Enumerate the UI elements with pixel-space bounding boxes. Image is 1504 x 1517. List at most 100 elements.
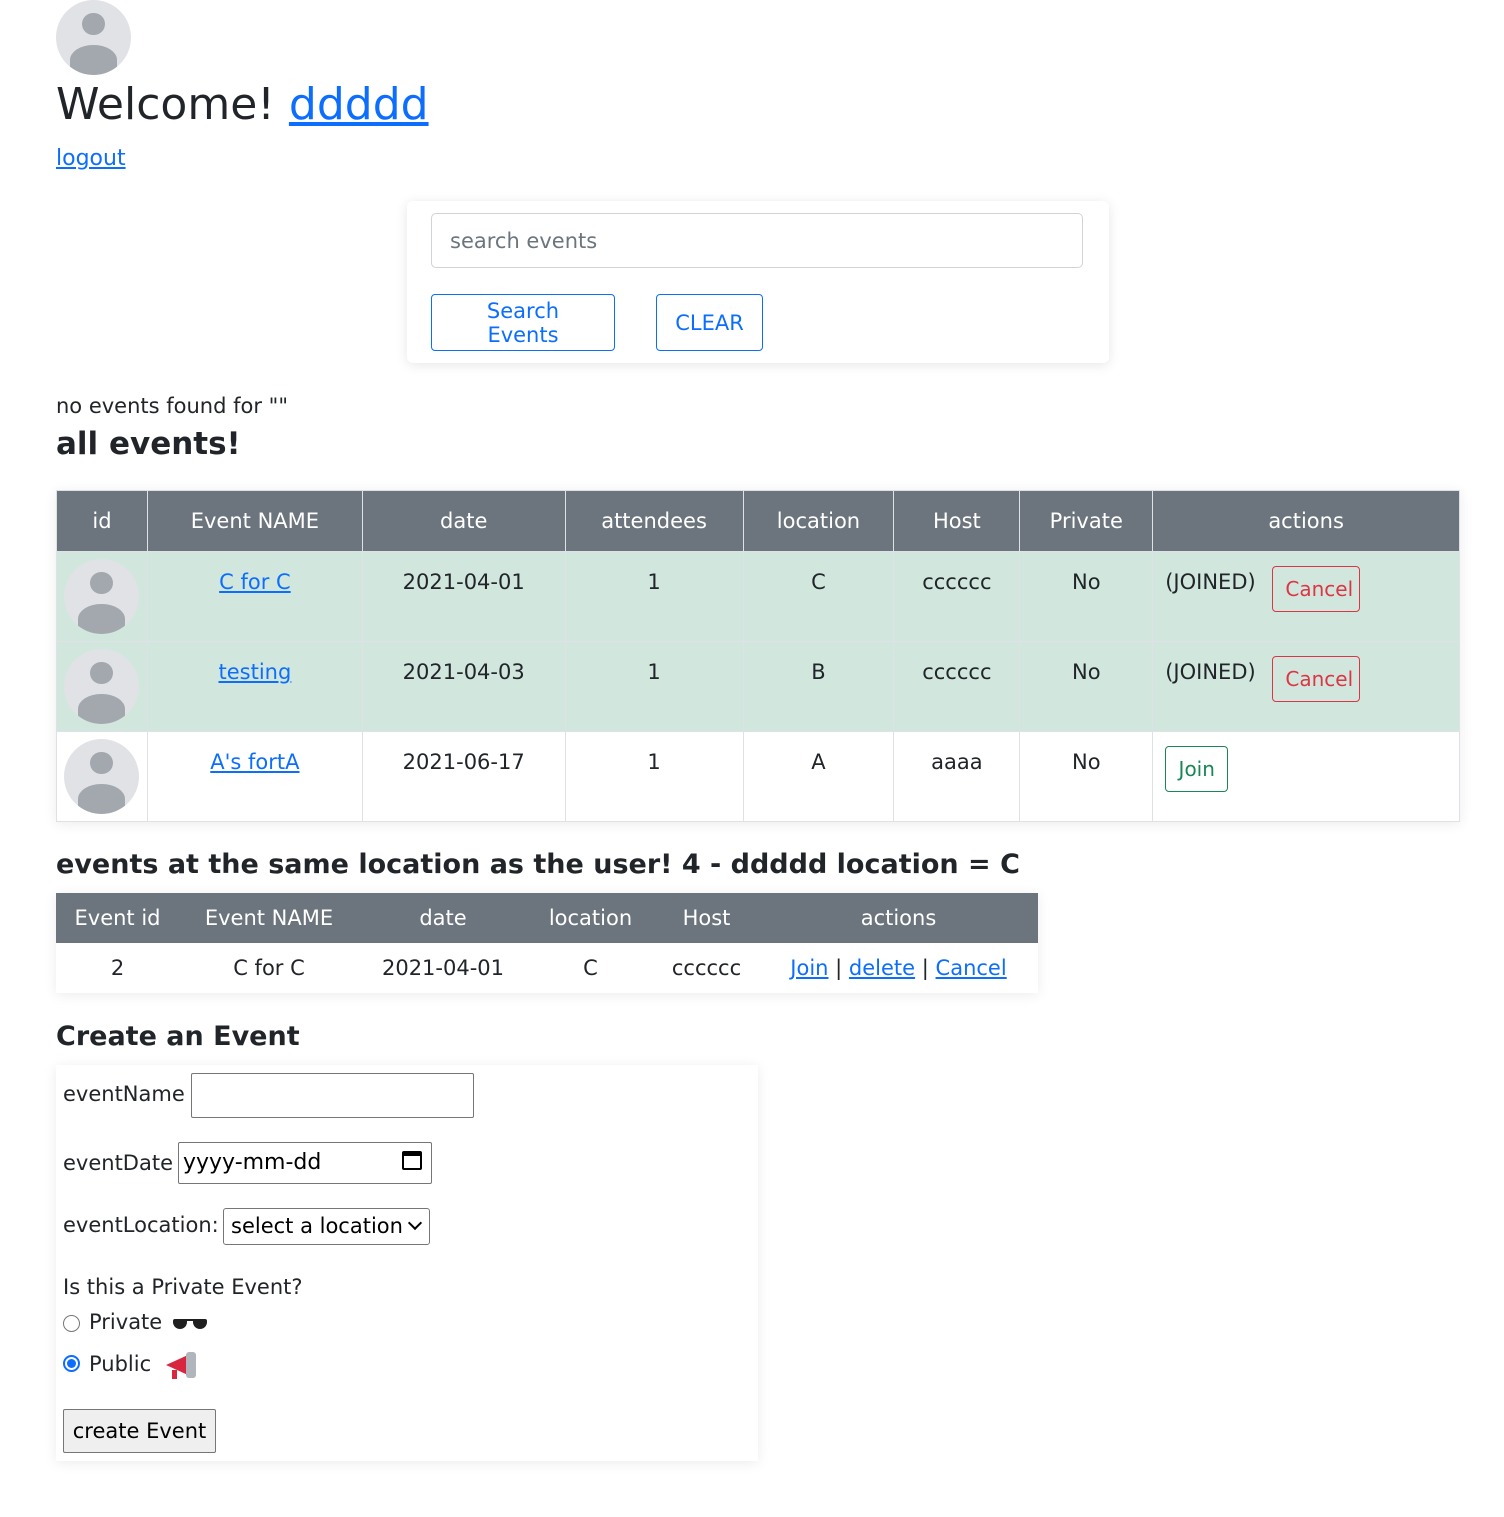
event-date-placeholder: yyyy-mm-dd	[183, 1150, 322, 1175]
event-actions: Join	[1152, 731, 1460, 822]
cancel-button[interactable]: Cancel	[1272, 566, 1361, 612]
event-date: 2021-04-03	[361, 641, 566, 732]
column-header: date	[361, 490, 566, 552]
avatar-body	[70, 45, 117, 75]
host-avatar-cell	[56, 731, 148, 822]
avatar-head	[90, 571, 113, 595]
avatar-head	[90, 661, 113, 685]
column-header: actions	[1152, 490, 1460, 552]
table-header-row: id Event NAME date attendees location Ho…	[56, 490, 1460, 552]
all-events-table: id Event NAME date attendees location Ho…	[56, 490, 1460, 822]
event-date: 2021-04-01	[359, 943, 527, 993]
all-events-title: all events!	[56, 426, 241, 462]
search-input[interactable]	[431, 213, 1083, 268]
link-separator: |	[921, 956, 929, 980]
column-header: id	[56, 490, 148, 552]
column-header: location	[742, 490, 895, 552]
event-name-link[interactable]: testing	[218, 660, 291, 684]
megaphone-cone	[165, 1355, 188, 1375]
event-host: cccccc	[893, 551, 1021, 642]
user-avatar	[56, 0, 131, 75]
private-option[interactable]: Private	[89, 1310, 207, 1334]
username-link[interactable]: ddddd	[289, 79, 429, 130]
delete-link[interactable]: delete	[849, 956, 915, 980]
join-link[interactable]: Join	[790, 956, 828, 980]
event-date-field[interactable]: yyyy-mm-dd	[178, 1142, 432, 1184]
megaphone-bell	[185, 1352, 196, 1378]
event-name-label: eventName	[63, 1082, 185, 1106]
event-location: B	[742, 641, 895, 732]
event-id: 2	[56, 943, 179, 993]
no-results-message: no events found for ""	[56, 394, 288, 418]
event-location: A	[742, 731, 895, 822]
create-event-form: eventName eventDate yyyy-mm-dd eventLoca…	[56, 1065, 758, 1461]
column-header: Event NAME	[179, 893, 359, 943]
welcome-heading: Welcome! ddddd	[56, 78, 429, 132]
public-radio[interactable]	[63, 1355, 80, 1372]
joined-status: (JOINED)	[1165, 570, 1256, 594]
clear-button[interactable]: CLEAR	[656, 294, 763, 351]
joined-status: (JOINED)	[1165, 660, 1256, 684]
join-button[interactable]: Join	[1165, 746, 1229, 792]
column-header: date	[359, 893, 527, 943]
event-location-label: eventLocation:	[63, 1213, 219, 1237]
event-attendees: 1	[564, 551, 744, 642]
column-header: Event NAME	[146, 490, 363, 552]
same-location-table: Event id Event NAME date location Host a…	[56, 893, 1038, 993]
private-radio[interactable]	[63, 1315, 80, 1332]
column-header: Private	[1019, 490, 1154, 552]
table-row: C for C 2021-04-01 1 C cccccc No (JOINED…	[56, 551, 1460, 642]
same-location-title: events at the same location as the user!…	[56, 849, 1020, 880]
link-separator: |	[835, 956, 843, 980]
sunglasses-lens	[192, 1319, 207, 1329]
column-header: Host	[893, 490, 1021, 552]
cancel-link[interactable]: Cancel	[936, 956, 1007, 980]
event-actions: (JOINED) Cancel	[1152, 551, 1460, 642]
create-event-title: Create an Event	[56, 1021, 300, 1052]
sunglasses-icon	[172, 1316, 207, 1330]
event-date: 2021-06-17	[361, 731, 566, 822]
public-option[interactable]: Public	[89, 1350, 198, 1380]
event-date: 2021-04-01	[361, 551, 566, 642]
search-events-button[interactable]: Search Events	[431, 294, 615, 351]
event-private: No	[1019, 551, 1154, 642]
table-row: 2 C for C 2021-04-01 C cccccc Join | del…	[56, 943, 1038, 993]
host-avatar	[64, 649, 139, 724]
event-name-link[interactable]: A's fortA	[210, 750, 299, 774]
event-name-link[interactable]: C for C	[219, 570, 291, 594]
event-location-selected: select a location	[231, 1214, 403, 1238]
column-header: Event id	[56, 893, 179, 943]
create-event-button[interactable]: create Event	[63, 1409, 216, 1453]
table-row: testing 2021-04-03 1 B cccccc No (JOINED…	[56, 641, 1460, 732]
column-header: actions	[759, 893, 1038, 943]
megaphone-icon	[162, 1350, 198, 1380]
event-attendees: 1	[564, 731, 744, 822]
event-name-field[interactable]	[191, 1073, 474, 1118]
cancel-button[interactable]: Cancel	[1272, 656, 1361, 702]
event-location-select[interactable]: select a location	[223, 1208, 430, 1245]
avatar-head	[90, 751, 113, 775]
event-date-label: eventDate	[63, 1151, 174, 1175]
calendar-icon[interactable]	[402, 1151, 422, 1170]
event-host: cccccc	[893, 641, 1021, 732]
column-header: location	[527, 893, 654, 943]
search-card: Search Events CLEAR	[407, 201, 1109, 363]
table-header-row: Event id Event NAME date location Host a…	[56, 893, 1038, 943]
column-header: attendees	[564, 490, 744, 552]
private-option-label: Private	[89, 1310, 163, 1334]
avatar-body	[78, 694, 125, 724]
event-private: No	[1019, 731, 1154, 822]
chevron-down-icon	[407, 1215, 423, 1231]
event-actions: (JOINED) Cancel	[1152, 641, 1460, 732]
event-host: cccccc	[654, 943, 759, 993]
logout-link[interactable]: logout	[56, 146, 126, 171]
event-private: No	[1019, 641, 1154, 732]
host-avatar	[64, 559, 139, 634]
event-attendees: 1	[564, 641, 744, 732]
event-location: C	[527, 943, 654, 993]
avatar-body	[78, 784, 125, 814]
welcome-text: Welcome!	[56, 79, 275, 130]
host-avatar-cell	[56, 641, 148, 732]
private-question: Is this a Private Event?	[63, 1275, 303, 1299]
event-name: C for C	[179, 943, 359, 993]
